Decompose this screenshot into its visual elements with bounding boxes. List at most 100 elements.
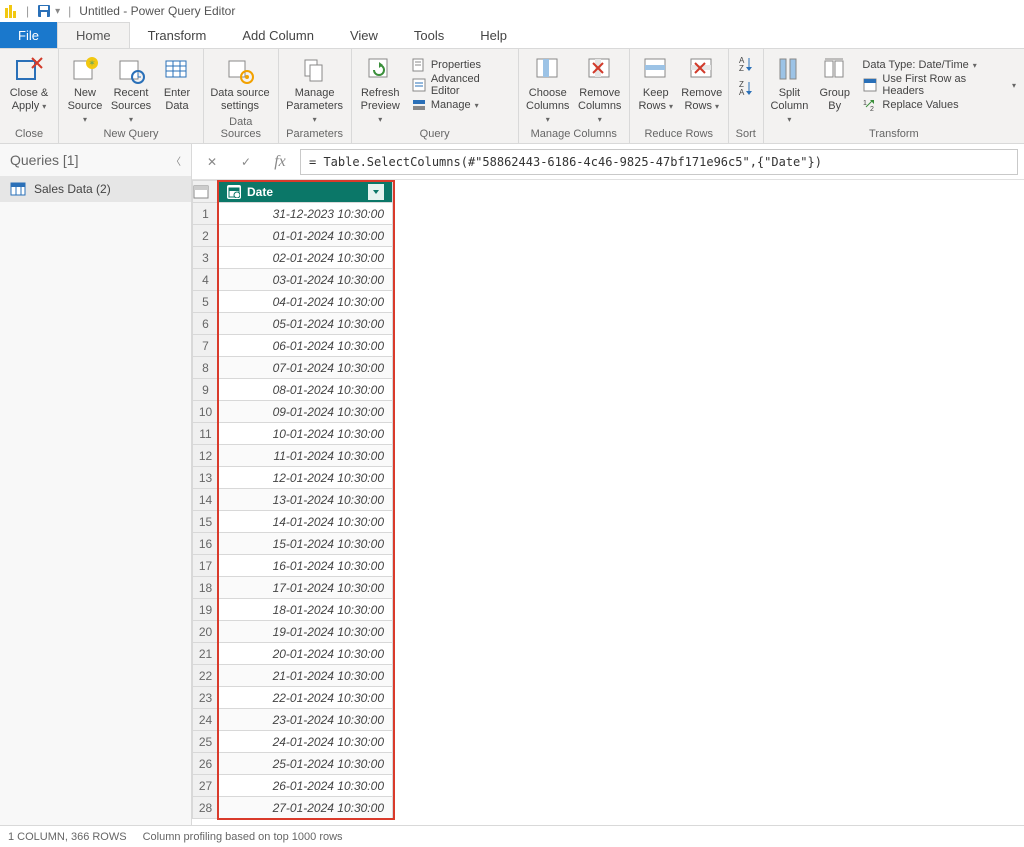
cell-date[interactable]: 16-01-2024 10:30:00	[219, 555, 393, 577]
row-number[interactable]: 24	[193, 709, 219, 731]
row-number[interactable]: 27	[193, 775, 219, 797]
tab-home[interactable]: Home	[57, 22, 130, 48]
cell-date[interactable]: 18-01-2024 10:30:00	[219, 599, 393, 621]
cell-date[interactable]: 07-01-2024 10:30:00	[219, 357, 393, 379]
row-number[interactable]: 17	[193, 555, 219, 577]
row-number[interactable]: 6	[193, 313, 219, 335]
manage-parameters-icon	[300, 55, 330, 85]
cell-date[interactable]: 22-01-2024 10:30:00	[219, 687, 393, 709]
row-number[interactable]: 2	[193, 225, 219, 247]
cell-date[interactable]: 27-01-2024 10:30:00	[219, 797, 393, 819]
tab-view[interactable]: View	[332, 22, 396, 48]
column-filter-button[interactable]	[368, 184, 384, 200]
cell-date[interactable]: 02-01-2024 10:30:00	[219, 247, 393, 269]
group-by-button[interactable]: Group By	[813, 51, 856, 113]
tab-file[interactable]: File	[0, 22, 57, 48]
first-row-headers-button[interactable]: Use First Row as Headers ▾	[858, 75, 1020, 95]
row-number[interactable]: 26	[193, 753, 219, 775]
row-number[interactable]: 15	[193, 511, 219, 533]
keep-rows-button[interactable]: Keep Rows ▾	[634, 51, 678, 113]
cell-date[interactable]: 25-01-2024 10:30:00	[219, 753, 393, 775]
row-number[interactable]: 3	[193, 247, 219, 269]
row-number[interactable]: 18	[193, 577, 219, 599]
manage-button[interactable]: Manage ▾	[407, 95, 514, 115]
cell-date[interactable]: 19-01-2024 10:30:00	[219, 621, 393, 643]
save-icon[interactable]	[37, 4, 51, 18]
cell-date[interactable]: 15-01-2024 10:30:00	[219, 533, 393, 555]
row-number[interactable]: 21	[193, 643, 219, 665]
cell-date[interactable]: 08-01-2024 10:30:00	[219, 379, 393, 401]
row-number[interactable]: 14	[193, 489, 219, 511]
advanced-editor-button[interactable]: Advanced Editor	[407, 75, 514, 95]
row-number[interactable]: 10	[193, 401, 219, 423]
qat-dropdown-icon[interactable]: ▾	[55, 6, 60, 17]
cell-date[interactable]: 14-01-2024 10:30:00	[219, 511, 393, 533]
query-item-sales-data[interactable]: Sales Data (2)	[0, 176, 191, 202]
row-number[interactable]: 20	[193, 621, 219, 643]
remove-rows-button[interactable]: Remove Rows ▾	[680, 51, 724, 113]
cell-date[interactable]: 26-01-2024 10:30:00	[219, 775, 393, 797]
row-number[interactable]: 19	[193, 599, 219, 621]
formula-cancel-button[interactable]: ✕	[198, 149, 226, 175]
cell-date[interactable]: 12-01-2024 10:30:00	[219, 467, 393, 489]
close-apply-button[interactable]: Close & Apply ▾	[4, 51, 54, 113]
cell-date[interactable]: 17-01-2024 10:30:00	[219, 577, 393, 599]
row-number[interactable]: 5	[193, 291, 219, 313]
sort-asc-icon[interactable]: AZ	[737, 55, 755, 73]
row-number[interactable]: 12	[193, 445, 219, 467]
enter-data-button[interactable]: Enter Data	[155, 51, 199, 113]
cell-date[interactable]: 31-12-2023 10:30:00	[219, 203, 393, 225]
row-number[interactable]: 25	[193, 731, 219, 753]
row-number[interactable]: 8	[193, 357, 219, 379]
row-number[interactable]: 23	[193, 687, 219, 709]
cell-date[interactable]: 13-01-2024 10:30:00	[219, 489, 393, 511]
collapse-queries-icon[interactable]: 〈	[171, 153, 181, 168]
row-number[interactable]: 13	[193, 467, 219, 489]
cell-date[interactable]: 09-01-2024 10:30:00	[219, 401, 393, 423]
cell-date[interactable]: 06-01-2024 10:30:00	[219, 335, 393, 357]
tab-transform[interactable]: Transform	[130, 22, 225, 48]
row-number[interactable]: 11	[193, 423, 219, 445]
new-source-button[interactable]: ✶ New Source ▾	[63, 51, 107, 126]
formula-commit-button[interactable]: ✓	[232, 149, 260, 175]
properties-button[interactable]: Properties	[407, 55, 514, 75]
cell-date[interactable]: 03-01-2024 10:30:00	[219, 269, 393, 291]
cell-date[interactable]: 21-01-2024 10:30:00	[219, 665, 393, 687]
tab-help[interactable]: Help	[462, 22, 525, 48]
cell-date[interactable]: 10-01-2024 10:30:00	[219, 423, 393, 445]
row-number[interactable]: 1	[193, 203, 219, 225]
cell-date[interactable]: 23-01-2024 10:30:00	[219, 709, 393, 731]
select-all-corner[interactable]	[193, 181, 219, 203]
cell-date[interactable]: 01-01-2024 10:30:00	[219, 225, 393, 247]
split-column-button[interactable]: Split Column ▾	[768, 51, 811, 126]
fx-icon[interactable]: fx	[266, 149, 294, 175]
titlebar-sep2: |	[68, 4, 71, 18]
cell-date[interactable]: 05-01-2024 10:30:00	[219, 313, 393, 335]
enter-data-icon	[162, 55, 192, 85]
tab-tools[interactable]: Tools	[396, 22, 462, 48]
row-number[interactable]: 28	[193, 797, 219, 819]
formula-input[interactable]	[300, 149, 1018, 175]
row-number[interactable]: 7	[193, 335, 219, 357]
tab-add-column[interactable]: Add Column	[224, 22, 332, 48]
row-number[interactable]: 9	[193, 379, 219, 401]
row-number[interactable]: 4	[193, 269, 219, 291]
column-header-date[interactable]: Date	[219, 181, 393, 203]
cell-date[interactable]: 04-01-2024 10:30:00	[219, 291, 393, 313]
cell-date[interactable]: 24-01-2024 10:30:00	[219, 731, 393, 753]
replace-values-button[interactable]: 12 Replace Values	[858, 95, 1020, 115]
sort-desc-icon[interactable]: ZA	[737, 79, 755, 97]
remove-columns-button[interactable]: Remove Columns ▾	[575, 51, 625, 126]
data-grid[interactable]: Date 131-12-2023 10:30:00201-01-2024 10:…	[192, 180, 1024, 825]
row-number[interactable]: 16	[193, 533, 219, 555]
manage-parameters-button[interactable]: Manage Parameters ▾	[283, 51, 347, 126]
data-type-button[interactable]: Data Type: Date/Time ▾	[858, 55, 1020, 75]
row-number[interactable]: 22	[193, 665, 219, 687]
data-source-settings-button[interactable]: Data source settings	[208, 51, 272, 113]
refresh-preview-button[interactable]: Refresh Preview ▾	[356, 51, 405, 126]
cell-date[interactable]: 11-01-2024 10:30:00	[219, 445, 393, 467]
recent-sources-button[interactable]: Recent Sources ▾	[109, 51, 153, 126]
choose-columns-button[interactable]: Choose Columns ▾	[523, 51, 573, 126]
cell-date[interactable]: 20-01-2024 10:30:00	[219, 643, 393, 665]
enter-data-label: Enter Data	[157, 87, 197, 113]
